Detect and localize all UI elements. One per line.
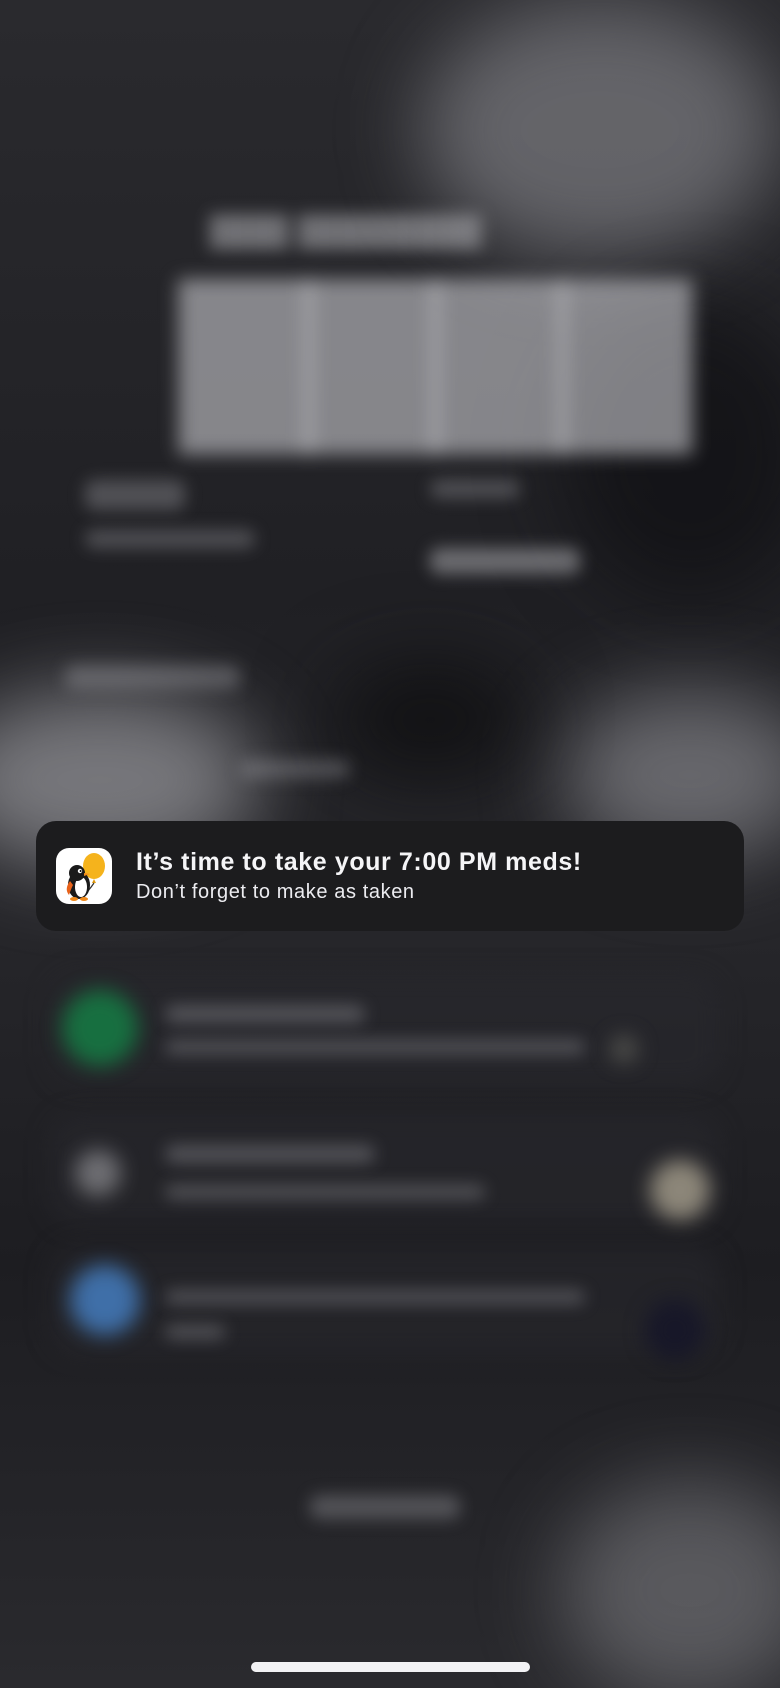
lock-screen: ▇▇▇ ▇▇▇▇▇▇▇ ▇▇▇▇ It’s time to take your … — [0, 0, 780, 1688]
notification-banner[interactable]: It’s time to take your 7:00 PM meds! Don… — [36, 821, 744, 931]
penguin-icon — [66, 853, 105, 901]
penguin-balloon-app-icon — [56, 848, 112, 904]
blurred-clock: ▇▇▇▇ — [180, 259, 691, 449]
notification-content: It’s time to take your 7:00 PM meds! Don… — [136, 847, 582, 905]
home-indicator[interactable] — [251, 1662, 530, 1672]
blurred-date: ▇▇▇ ▇▇▇▇▇▇▇ — [210, 211, 481, 249]
notification-body: Don’t forget to make as taken — [136, 881, 415, 903]
notification-title: It’s time to take your 7:00 PM meds! — [136, 848, 582, 876]
